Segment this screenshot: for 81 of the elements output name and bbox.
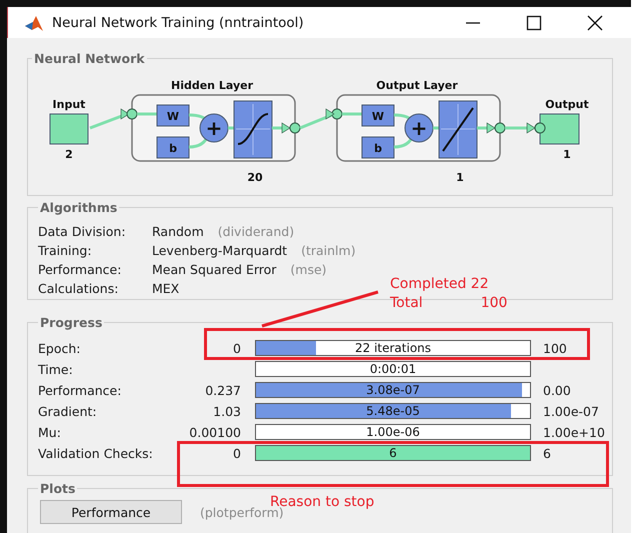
- progress-label: Time:: [38, 362, 74, 376]
- group-title: Algorithms: [39, 200, 118, 215]
- sum-sign: +: [206, 116, 222, 140]
- progress-value: 5.48e-05: [365, 404, 421, 418]
- weight-label: W: [166, 110, 180, 123]
- algorithm-label: Calculations:: [38, 280, 120, 297]
- function-name: (trainlm): [301, 242, 356, 259]
- start-value: 0: [232, 340, 242, 356]
- annotation-text: Total: [390, 294, 423, 313]
- algorithm-value: Mean Squared Error: [152, 261, 276, 278]
- connector: [433, 126, 439, 130]
- arrowhead-icon: [526, 122, 536, 134]
- input-size: 2: [65, 148, 73, 161]
- algorithm-label: Training:: [38, 242, 93, 259]
- connector: [228, 126, 234, 130]
- progress-label: Mu:: [38, 424, 62, 440]
- algorithm-label: Data Division:: [38, 223, 127, 240]
- start-value: 0.00100: [188, 424, 242, 440]
- end-value: 100: [542, 340, 568, 356]
- end-value: 1.00e+10: [542, 424, 605, 440]
- annotation-text: Reason to stop: [270, 493, 374, 510]
- output-size: 1: [563, 148, 571, 161]
- algorithm-value: Random: [152, 223, 204, 240]
- sum-node: [200, 114, 228, 142]
- progress-label: Gradient:: [38, 404, 98, 418]
- input-label: Input: [52, 98, 86, 111]
- connector-dot: [290, 122, 300, 134]
- end-value: 0.00: [542, 382, 572, 398]
- connector: [137, 112, 157, 116]
- output-node: [540, 114, 580, 144]
- input-node: [50, 114, 88, 144]
- annotation-text: Completed 22: [390, 275, 489, 294]
- function-name: (dividerand): [218, 223, 294, 240]
- end-value: 6: [542, 446, 552, 460]
- progress-label: Performance:: [38, 382, 122, 398]
- weight-label: W: [372, 110, 384, 123]
- group-title: Progress: [39, 315, 104, 330]
- progress-value: 6: [388, 446, 398, 460]
- progress-value: 0:00:01: [368, 362, 418, 376]
- end-value: 1.00e-07: [542, 404, 600, 418]
- layer-size: 1: [456, 171, 464, 184]
- connector: [342, 112, 362, 116]
- progress-value: 3.08e-07: [365, 383, 421, 397]
- group-title: Neural Network: [33, 51, 146, 66]
- bias-label: b: [374, 142, 382, 155]
- sum-node: [404, 114, 434, 142]
- algorithm-value: MEX: [152, 280, 180, 297]
- linear-transfer-icon: [438, 100, 478, 158]
- progress-value: 1.00e-06: [365, 425, 421, 439]
- sum-sign: +: [410, 116, 428, 140]
- connector-dot: [494, 122, 506, 134]
- plot-button[interactable]: Performance: [40, 500, 182, 524]
- group-title: Plots: [39, 481, 76, 496]
- layer-size: 20: [247, 171, 263, 184]
- annotation-text: 100: [480, 294, 508, 313]
- progress-value: 22 iterations: [354, 341, 432, 355]
- peak-logo-icon: [24, 14, 44, 32]
- connector-dot: [126, 108, 138, 120]
- close-icon[interactable]: [587, 14, 603, 30]
- window-title: Neural Network Training (nntraintool): [52, 14, 304, 30]
- weight-node: [156, 104, 190, 126]
- sigmoid-transfer-icon: [234, 100, 272, 158]
- arrowhead-icon: [282, 122, 291, 134]
- algorithm-label: Performance:: [38, 261, 122, 278]
- layer-title: Output Layer: [376, 79, 458, 92]
- progress-label: Validation Checks:: [38, 446, 154, 460]
- weight-node: [362, 104, 394, 126]
- bias-node: [156, 136, 190, 158]
- bias-label: b: [169, 142, 177, 155]
- start-value: 0: [232, 446, 242, 460]
- bias-node: [362, 136, 394, 158]
- maximize-icon[interactable]: [526, 14, 542, 30]
- layer-title: Hidden Layer: [171, 79, 253, 92]
- progress-label: Epoch:: [38, 340, 82, 356]
- connector: [299, 114, 333, 130]
- start-value: 1.03: [212, 404, 242, 418]
- output-label: Output: [545, 98, 589, 111]
- function-name: (mse): [290, 261, 327, 278]
- arrowhead-icon: [486, 122, 496, 134]
- start-value: 0.237: [204, 382, 242, 398]
- algorithm-value: Levenberg-Marquardt: [152, 242, 288, 259]
